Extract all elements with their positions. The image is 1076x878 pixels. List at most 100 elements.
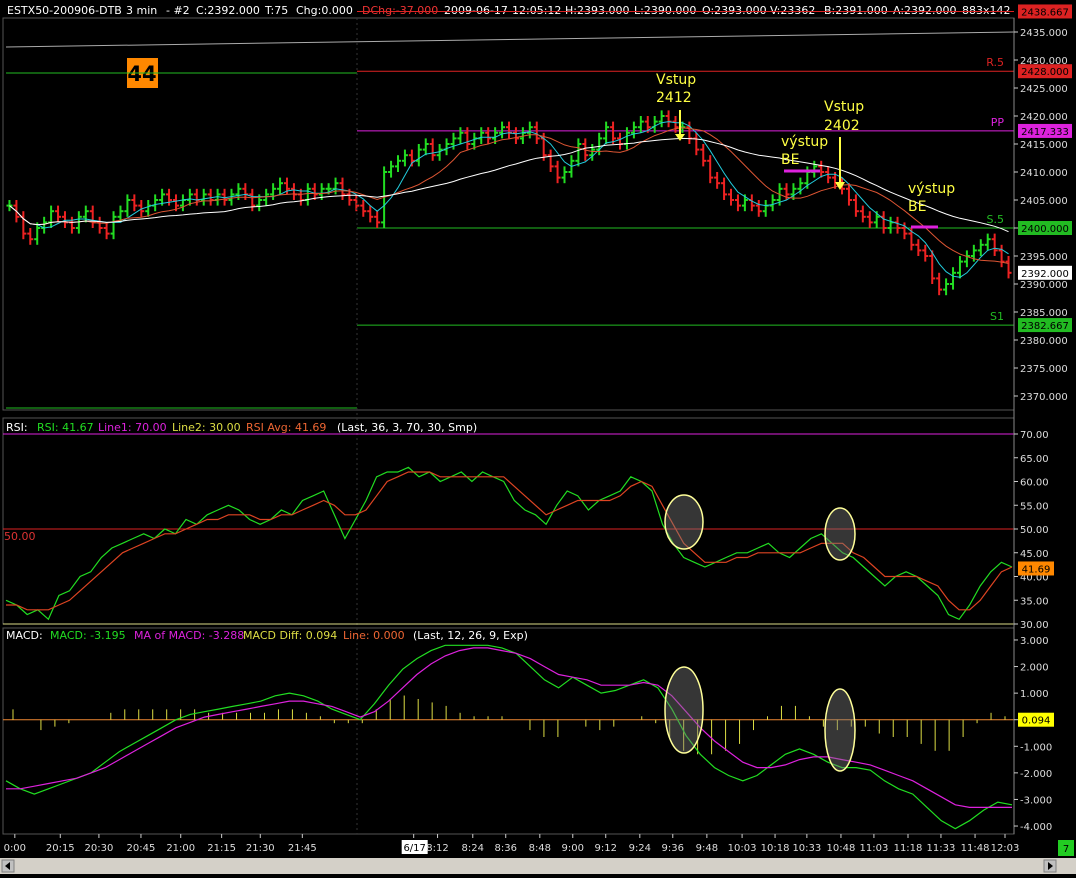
rsi-tick-label: 55.00 bbox=[1020, 501, 1049, 512]
rsi-cross-ellipse-1 bbox=[664, 494, 704, 550]
time-tick-label: 9:48 bbox=[696, 843, 718, 854]
price-tick-label: 2395.000 bbox=[1020, 252, 1068, 263]
chart-canvas[interactable]: ESTX50-200906-DTB 3 min - #2 C:2392.000 … bbox=[0, 0, 1076, 874]
time-value: 12:05:12 bbox=[512, 4, 561, 17]
rsi-cross-ellipse-2 bbox=[824, 507, 856, 561]
time-tick-label: 10:33 bbox=[792, 843, 821, 854]
macd-title: MACD: bbox=[6, 629, 43, 642]
rsi-value: RSI: 41.67 bbox=[37, 421, 94, 434]
rsi-tick-label: 60.00 bbox=[1020, 478, 1049, 489]
macd-last-tag: 0.094 bbox=[1022, 716, 1051, 727]
price-tick-label: 2420.000 bbox=[1020, 112, 1068, 123]
macd-header: MACD: MACD: -3.195 MA of MACD: -3.288 MA… bbox=[6, 629, 528, 642]
price-tick-label: 2410.000 bbox=[1020, 168, 1068, 179]
time-tick-label: 20:15 bbox=[46, 843, 75, 854]
time-tick-label: 0:00 bbox=[4, 843, 26, 854]
exit1-line1: výstup bbox=[781, 134, 828, 150]
entry1-line1: Vstup bbox=[656, 72, 696, 88]
rsi-line2: Line2: 30.00 bbox=[172, 421, 241, 434]
macd-params: (Last, 12, 26, 9, Exp) bbox=[413, 629, 528, 642]
macd-cross-ellipse-1 bbox=[664, 666, 704, 754]
time-tick-label: 9:36 bbox=[662, 843, 684, 854]
rsi-tick-label: 30.00 bbox=[1020, 620, 1049, 631]
price-tick-label: 2380.000 bbox=[1020, 336, 1068, 347]
macd-ma: MA of MACD: -3.288 bbox=[134, 629, 244, 642]
rsi-last-tag: 41.69 bbox=[1022, 564, 1051, 575]
macd-tick-label: 1.000 bbox=[1020, 689, 1049, 700]
price-tick-label: 2405.000 bbox=[1020, 196, 1068, 207]
time-tick-label: 9:12 bbox=[594, 843, 616, 854]
time-tick-label: 20:45 bbox=[127, 843, 156, 854]
rsi-avg: RSI Avg: 41.69 bbox=[246, 421, 326, 434]
pivot-tag-text: 2382.667 bbox=[1021, 321, 1069, 332]
time-tick-label: 8:36 bbox=[494, 843, 516, 854]
macd-tick-label: 2.000 bbox=[1020, 663, 1049, 674]
macd-value: MACD: -3.195 bbox=[50, 629, 126, 642]
macd-tick-label: -4.000 bbox=[1020, 822, 1052, 833]
pivot-tag-text: 2417.333 bbox=[1021, 127, 1069, 138]
pivot-label-s1: S1 bbox=[990, 310, 1004, 323]
interval-label: 3 min bbox=[126, 4, 157, 17]
date-value: 2009-06-17 bbox=[444, 4, 508, 17]
time-tick-label: 11:33 bbox=[927, 843, 956, 854]
high-value: H:2393.000 bbox=[565, 4, 629, 17]
exit1-line2: BE bbox=[781, 152, 799, 168]
price-tick-label: 2425.000 bbox=[1020, 84, 1068, 95]
price-tick-label: 2375.000 bbox=[1020, 364, 1068, 375]
time-tick-label: 10:48 bbox=[827, 843, 856, 854]
rsi-params: (Last, 36, 3, 70, 30, Smp) bbox=[337, 421, 477, 434]
time-tick-label: 21:45 bbox=[288, 843, 317, 854]
pivot-label-pp: PP bbox=[991, 116, 1005, 129]
pivot-label-s-5: S.5 bbox=[987, 213, 1004, 226]
rsi-tick-label: 65.00 bbox=[1020, 454, 1049, 465]
ticks-value: T:75 bbox=[264, 4, 288, 17]
time-tick-label: 8:48 bbox=[529, 843, 551, 854]
macd-cross-ellipse-2 bbox=[824, 688, 856, 772]
corner-indicator-text: 7 bbox=[1063, 844, 1069, 855]
macd-tick-label: -2.000 bbox=[1020, 769, 1052, 780]
low-value: L:2390.000 bbox=[634, 4, 696, 17]
macd-tick-label: -1.000 bbox=[1020, 742, 1052, 753]
last-price-tag: 2392.000 bbox=[1021, 269, 1069, 280]
entry1-line2: 2412 bbox=[656, 90, 692, 106]
rsi-tick-label: 45.00 bbox=[1020, 549, 1049, 560]
entry2-line1: Vstup bbox=[824, 99, 864, 115]
volume-value: V:23362 bbox=[770, 4, 815, 17]
price-tick-label: 2390.000 bbox=[1020, 280, 1068, 291]
time-tick-label: 11:48 bbox=[961, 843, 990, 854]
close-value: C:2392.000 bbox=[196, 4, 260, 17]
exit2-line1: výstup bbox=[908, 181, 955, 197]
time-tick-label: 20:30 bbox=[84, 843, 113, 854]
price-tick-label: 2435.000 bbox=[1020, 28, 1068, 39]
time-tick-label: 21:15 bbox=[207, 843, 236, 854]
entry2-line2: 2402 bbox=[824, 118, 860, 134]
rsi-level-50: 50.00 bbox=[4, 530, 36, 543]
pivot-tag-text: 2400.000 bbox=[1021, 224, 1069, 235]
change-value: Chg:0.000 bbox=[296, 4, 353, 17]
symbol-label: ESTX50-200906-DTB bbox=[7, 4, 122, 17]
date-marker: 6/17 bbox=[403, 843, 425, 854]
time-tick-label: 11:18 bbox=[894, 843, 923, 854]
daily-change-value: DChg:-37.000 bbox=[362, 4, 438, 17]
time-tick-label: 12:03 bbox=[991, 843, 1020, 854]
time-tick-label: 10:03 bbox=[728, 843, 757, 854]
price-tick-label: 2370.000 bbox=[1020, 392, 1068, 403]
rsi-tick-label: 35.00 bbox=[1020, 596, 1049, 607]
size-value: 883x142 bbox=[962, 4, 1011, 17]
rsi-tick-label: 50.00 bbox=[1020, 525, 1049, 536]
time-tick-label: 8:24 bbox=[462, 843, 484, 854]
pivot-label-r-5: R.5 bbox=[986, 56, 1004, 69]
bid-value: B:2391.000 bbox=[824, 4, 888, 17]
pivot-tag-text: 2438.667 bbox=[1021, 7, 1069, 18]
time-tick-label: 9:24 bbox=[629, 843, 651, 854]
trading-chart[interactable]: ESTX50-200906-DTB 3 min - #2 C:2392.000 … bbox=[0, 0, 1076, 874]
exit2-line2: BE bbox=[908, 199, 926, 215]
pivot-tag-text: 2428.000 bbox=[1021, 67, 1069, 78]
price-tick-label: 2415.000 bbox=[1020, 140, 1068, 151]
time-tick-label: 9:00 bbox=[562, 843, 584, 854]
time-tick-label: 11:03 bbox=[859, 843, 888, 854]
macd-tick-label: 3.000 bbox=[1020, 636, 1049, 647]
macd-line: Line: 0.000 bbox=[343, 629, 405, 642]
rsi-title: RSI: bbox=[6, 421, 28, 434]
horizontal-scrollbar[interactable] bbox=[0, 858, 1076, 874]
